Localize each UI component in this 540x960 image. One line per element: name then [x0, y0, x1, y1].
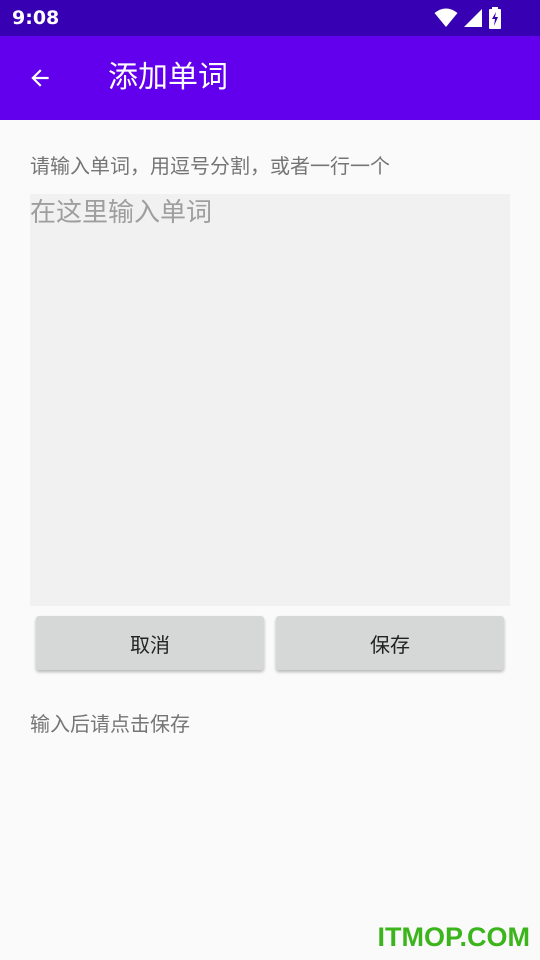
arrow-left-icon: [31, 69, 49, 87]
page-title: 添加单词: [108, 60, 228, 95]
signal-icon: [462, 7, 484, 29]
back-button[interactable]: [16, 54, 64, 102]
status-icons: [434, 7, 502, 29]
battery-charging-icon: [488, 7, 502, 29]
footer-hint: 输入后请点击保存: [30, 712, 190, 736]
instruction-text: 请输入单词，用逗号分割，或者一行一个: [30, 154, 390, 178]
status-bar: 9:08: [0, 0, 540, 36]
word-input[interactable]: [30, 194, 510, 606]
cancel-button[interactable]: 取消: [36, 616, 264, 670]
save-button[interactable]: 保存: [276, 616, 504, 670]
wifi-icon: [434, 7, 458, 29]
save-button-label: 保存: [370, 632, 410, 657]
app-bar: 添加单词: [0, 36, 540, 120]
watermark: ITMOP.COM: [377, 922, 530, 952]
screen: 9:08 添加单词 请输入单词，用逗号分割，或者一行一个 在这里输入单词 取消 …: [0, 0, 540, 960]
status-time: 9:08: [12, 7, 60, 29]
cancel-button-label: 取消: [130, 632, 170, 657]
